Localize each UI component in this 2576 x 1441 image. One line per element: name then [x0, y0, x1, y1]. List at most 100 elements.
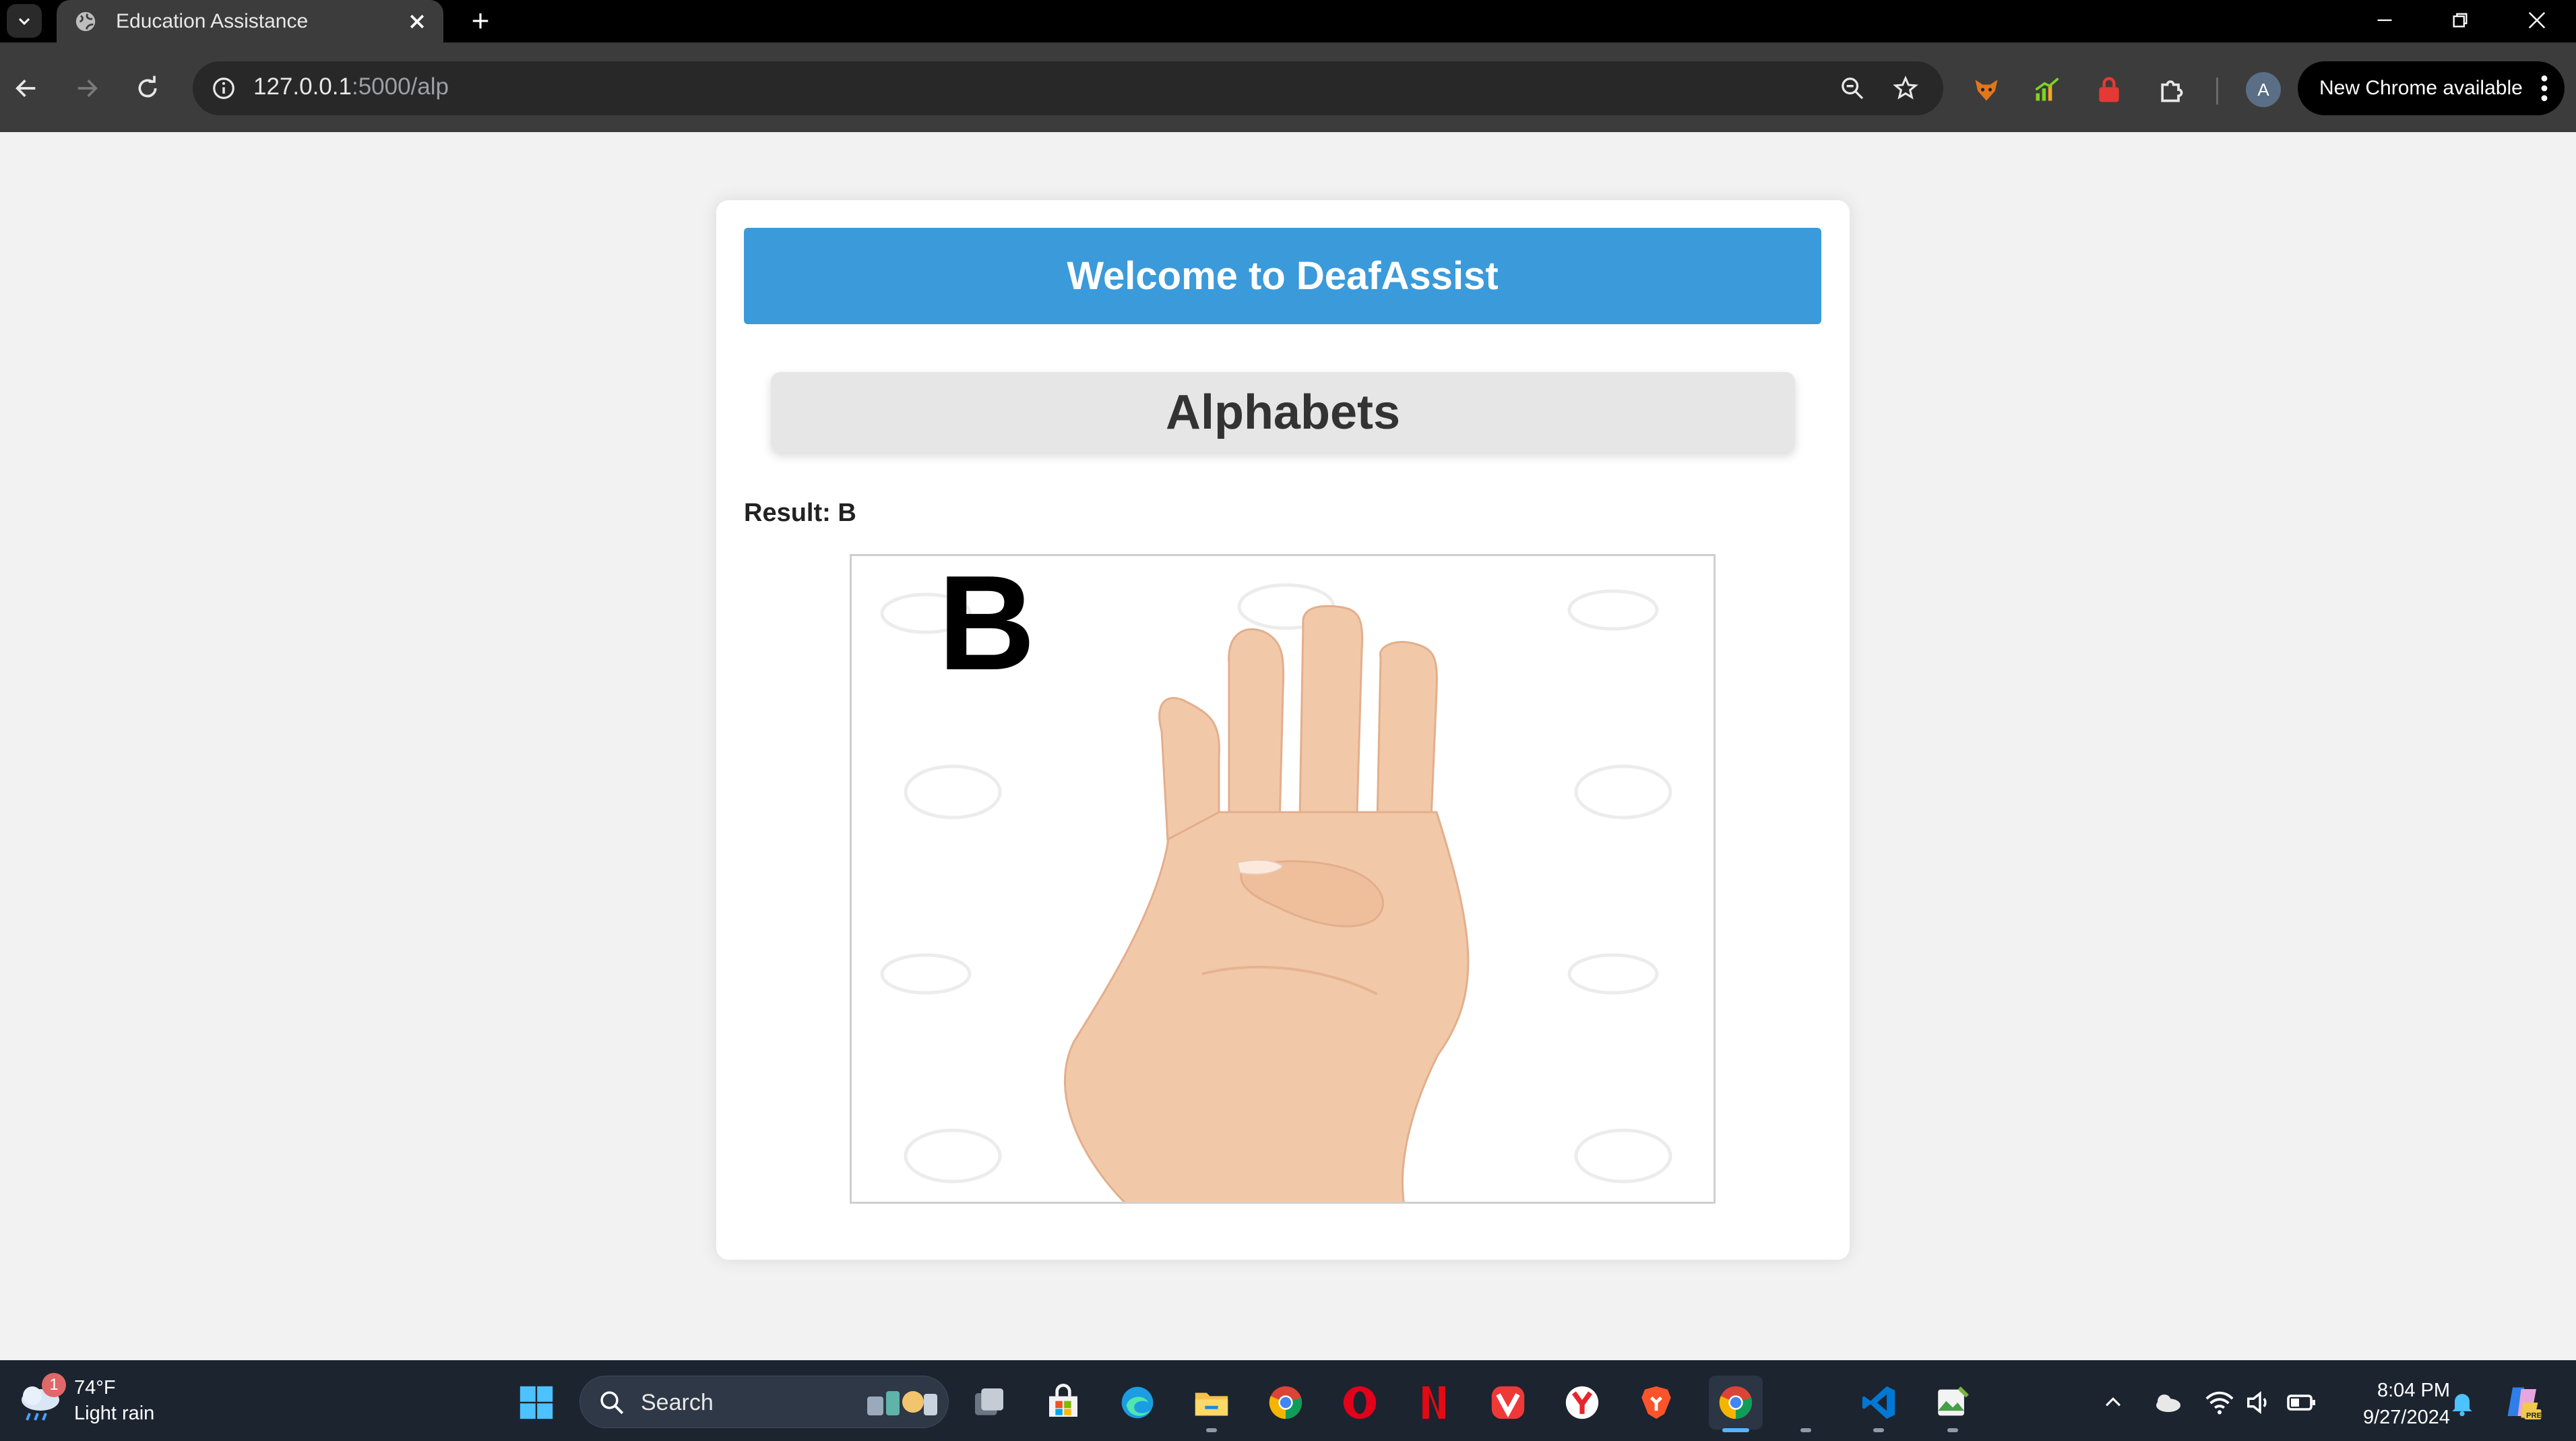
url-text[interactable]: 127.0.0.1:5000/alp [253, 73, 449, 100]
chrome-button[interactable] [1264, 1381, 1307, 1424]
bookmark-button[interactable] [1888, 71, 1923, 106]
speaker-icon [2247, 1390, 2267, 1415]
vivaldi-icon [1491, 1386, 1525, 1419]
star-icon [1893, 75, 1918, 100]
file-explorer-button[interactable] [1190, 1381, 1233, 1424]
windows-taskbar: 1 74°F Light rain Search 8:04 PM 9/27/20… [0, 1360, 2576, 1441]
tab-search-button[interactable] [7, 4, 42, 38]
vscode-icon [1862, 1386, 1895, 1419]
hand-sign-illustration: B [880, 556, 1672, 1202]
restore-button[interactable] [2423, 0, 2497, 40]
yandex-button[interactable] [1561, 1381, 1604, 1424]
update-label: New Chrome available [2319, 77, 2523, 99]
microsoft-store-button[interactable] [1042, 1381, 1085, 1424]
task-view-button[interactable] [968, 1381, 1011, 1424]
url-path: :5000/alp [351, 73, 449, 100]
vscode-button[interactable] [1857, 1381, 1900, 1424]
wifi-button[interactable] [2198, 1381, 2241, 1424]
netflix-icon [1422, 1386, 1445, 1419]
folder-icon [1195, 1392, 1228, 1416]
puzzle-icon [2161, 80, 2183, 102]
weather-temperature: 74°F [74, 1377, 116, 1399]
chevron-down-icon [18, 18, 30, 26]
zoom-button[interactable] [1835, 71, 1870, 106]
chrome-profile-button[interactable] [1709, 1376, 1763, 1430]
volume-button[interactable] [2238, 1381, 2282, 1424]
more-vert-icon[interactable] [2538, 73, 2551, 103]
globe-icon [75, 11, 96, 31]
onedrive-button[interactable] [2145, 1381, 2189, 1424]
notifications-button[interactable] [2441, 1381, 2484, 1424]
extensions-menu-button[interactable] [2155, 73, 2187, 106]
tab-title: Education Assistance [116, 9, 309, 32]
close-window-button[interactable] [2500, 0, 2574, 40]
lock-icon [2099, 77, 2119, 102]
cloud-icon [2156, 1394, 2180, 1412]
task-view-icon [975, 1388, 1003, 1415]
store-icon [1049, 1384, 1077, 1417]
minimize-button[interactable] [2348, 0, 2422, 40]
wifi-icon [2205, 1391, 2234, 1415]
running-indicator [1800, 1428, 1811, 1432]
arrow-left-icon [15, 80, 36, 97]
extension-fox[interactable] [1970, 73, 2003, 106]
info-icon [213, 78, 234, 99]
forward-button[interactable] [63, 65, 111, 112]
result-label: Result: B [744, 499, 856, 527]
url-host: 127.0.0.1 [253, 73, 352, 100]
reload-icon [138, 75, 157, 98]
sign-image: B [850, 554, 1716, 1204]
running-indicator [1873, 1428, 1884, 1432]
brave-icon [1641, 1386, 1671, 1419]
clock-time: 8:04 PM [2377, 1380, 2450, 1401]
copilot-button[interactable]: PRE [2501, 1381, 2544, 1424]
restore-icon [2453, 13, 2468, 28]
battery-button[interactable] [2280, 1381, 2323, 1424]
extension-lock[interactable] [2093, 73, 2125, 106]
back-button[interactable] [3, 65, 50, 112]
vivaldi-button[interactable] [1486, 1381, 1530, 1424]
site-info-button[interactable] [206, 71, 241, 106]
system-clock[interactable]: 8:04 PM 9/27/2024 [2329, 1377, 2450, 1431]
brave-button[interactable] [1635, 1381, 1678, 1424]
address-bar[interactable]: 127.0.0.1:5000/alp [193, 61, 1943, 115]
chart-extension-icon [2035, 78, 2059, 101]
chrome-icon [1719, 1386, 1753, 1419]
opera-icon [1343, 1386, 1377, 1419]
chrome-update-button[interactable]: New Chrome available [2298, 61, 2565, 115]
image-editor-button[interactable] [1931, 1381, 1974, 1424]
profile-avatar[interactable]: A [2246, 72, 2281, 107]
alphabets-button[interactable]: Alphabets [771, 372, 1795, 452]
yandex-icon [1565, 1386, 1599, 1419]
edge-icon [1121, 1386, 1154, 1419]
welcome-banner: Welcome to DeafAssist [744, 228, 1821, 324]
chrome-icon [1269, 1386, 1302, 1419]
close-icon [2528, 11, 2546, 29]
close-icon[interactable] [407, 11, 427, 32]
svg-text:PRE: PRE [2526, 1412, 2542, 1420]
search-placeholder: Search [641, 1390, 714, 1415]
plus-icon [472, 13, 489, 29]
opera-button[interactable] [1338, 1381, 1381, 1424]
netflix-button[interactable] [1412, 1381, 1455, 1424]
battery-icon [2287, 1394, 2315, 1411]
arrow-right-icon [77, 80, 98, 97]
bell-icon [2452, 1394, 2472, 1417]
sign-letter: B [938, 556, 1035, 698]
extension-chart[interactable] [2031, 73, 2063, 106]
notification-badge: 1 [42, 1373, 66, 1397]
edge-button[interactable] [1116, 1381, 1159, 1424]
copilot-icon: PRE [2507, 1387, 2542, 1420]
taskbar-search[interactable]: Search [579, 1376, 949, 1428]
active-tab[interactable]: Education Assistance [57, 0, 443, 42]
minimize-icon [2377, 19, 2392, 22]
tab-strip: Education Assistance [0, 0, 2576, 42]
content-card: Welcome to DeafAssist Alphabets Result: … [716, 200, 1850, 1260]
start-button[interactable] [515, 1381, 558, 1424]
page-viewport: Welcome to DeafAssist Alphabets Result: … [0, 132, 2576, 1360]
reload-button[interactable] [124, 65, 171, 112]
show-hidden-icons-button[interactable] [2092, 1381, 2135, 1424]
new-tab-button[interactable] [465, 5, 496, 36]
running-indicator [1947, 1428, 1958, 1432]
running-indicator [1206, 1428, 1217, 1432]
